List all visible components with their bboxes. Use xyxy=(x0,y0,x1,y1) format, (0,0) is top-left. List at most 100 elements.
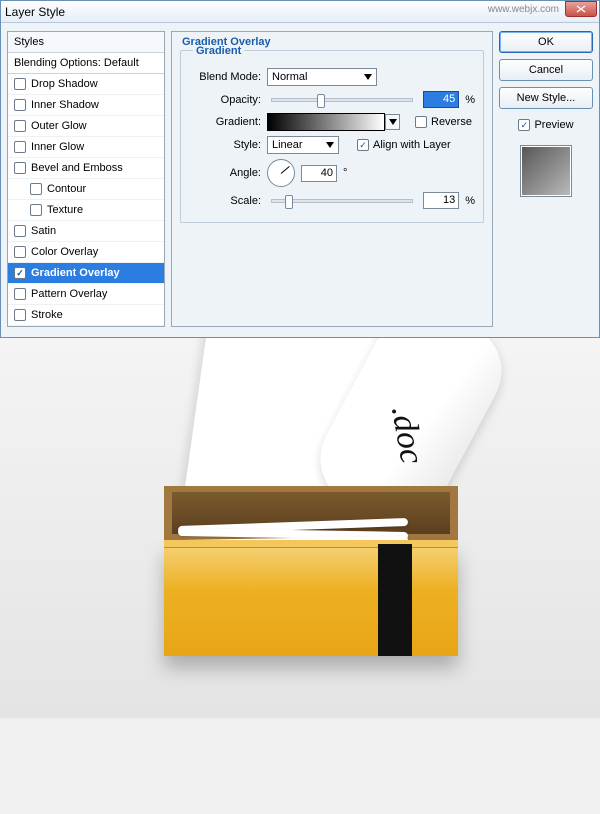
scale-value[interactable]: 13 xyxy=(423,192,459,209)
gradient-swatch[interactable] xyxy=(267,113,385,131)
angle-dial[interactable] xyxy=(267,159,295,187)
style-item-inner-shadow[interactable]: Inner Shadow xyxy=(8,95,164,116)
gradient-fieldset: Gradient Blend Mode: Normal Opacity: 45 … xyxy=(180,50,484,223)
style-select[interactable]: Linear xyxy=(267,136,339,154)
right-column: OK Cancel New Style... Preview xyxy=(499,31,593,327)
close-button[interactable] xyxy=(565,1,597,17)
style-item-drop-shadow[interactable]: Drop Shadow xyxy=(8,74,164,95)
opacity-slider-thumb[interactable] xyxy=(317,94,325,108)
align-checkbox[interactable]: Align with Layer xyxy=(357,139,451,151)
style-checkbox[interactable] xyxy=(14,78,26,90)
align-label: Align with Layer xyxy=(373,139,451,151)
style-item-label: Gradient Overlay xyxy=(31,267,120,279)
style-item-label: Satin xyxy=(31,225,56,237)
angle-unit: ° xyxy=(343,167,347,179)
angle-label: Angle: xyxy=(189,167,261,179)
titlebar[interactable]: Layer Style www.webjx.com xyxy=(1,1,599,23)
gradient-overlay-panel: Gradient Overlay Gradient Blend Mode: No… xyxy=(171,31,493,327)
new-style-label: New Style... xyxy=(517,92,576,104)
style-item-texture[interactable]: Texture xyxy=(8,200,164,221)
preview-label: Preview xyxy=(534,119,573,131)
style-item-label: Color Overlay xyxy=(31,246,98,258)
preview-checkbox[interactable]: Preview xyxy=(499,119,593,131)
style-value: Linear xyxy=(272,139,303,151)
style-checkbox[interactable] xyxy=(14,309,26,321)
style-item-label: Stroke xyxy=(31,309,63,321)
styles-panel: Styles Blending Options: Default Drop Sh… xyxy=(7,31,165,327)
style-item-label: Bevel and Emboss xyxy=(31,162,123,174)
opacity-row: Opacity: 45 % xyxy=(189,91,475,108)
style-checkbox[interactable] xyxy=(14,288,26,300)
style-item-bevel-and-emboss[interactable]: Bevel and Emboss xyxy=(8,158,164,179)
layer-style-dialog: Layer Style www.webjx.com Styles Blendin… xyxy=(0,0,600,338)
style-item-pattern-overlay[interactable]: Pattern Overlay xyxy=(8,284,164,305)
style-item-label: Inner Shadow xyxy=(31,99,99,111)
angle-row: Angle: 40 ° xyxy=(189,159,475,187)
style-checkbox[interactable] xyxy=(14,141,26,153)
reverse-label: Reverse xyxy=(431,116,472,128)
cancel-button[interactable]: Cancel xyxy=(499,59,593,81)
style-checkbox[interactable] xyxy=(14,225,26,237)
style-item-label: Inner Glow xyxy=(31,141,84,153)
gradient-row: Gradient: Reverse xyxy=(189,113,475,131)
box-stripe xyxy=(378,544,412,656)
style-item-contour[interactable]: Contour xyxy=(8,179,164,200)
style-row: Style: Linear Align with Layer xyxy=(189,136,475,154)
angle-value[interactable]: 40 xyxy=(301,165,337,182)
style-checkbox[interactable] xyxy=(14,267,26,279)
style-item-gradient-overlay[interactable]: Gradient Overlay xyxy=(8,263,164,284)
style-checkbox[interactable] xyxy=(14,99,26,111)
preview-check-icon xyxy=(518,119,530,131)
opacity-value[interactable]: 45 xyxy=(423,91,459,108)
watermark: www.webjx.com xyxy=(488,4,559,15)
ok-button[interactable]: OK xyxy=(499,31,593,53)
style-item-satin[interactable]: Satin xyxy=(8,221,164,242)
dialog-body: Styles Blending Options: Default Drop Sh… xyxy=(1,23,599,337)
align-check-icon xyxy=(357,139,369,151)
close-icon xyxy=(576,5,586,13)
scale-slider-thumb[interactable] xyxy=(285,195,293,209)
blend-mode-value: Normal xyxy=(272,71,307,83)
style-checkbox[interactable] xyxy=(14,120,26,132)
opacity-unit: % xyxy=(465,94,475,106)
ok-label: OK xyxy=(538,36,554,48)
blend-mode-label: Blend Mode: xyxy=(189,71,261,83)
blend-mode-row: Blend Mode: Normal xyxy=(189,68,475,86)
blending-options-item[interactable]: Blending Options: Default xyxy=(8,53,164,74)
style-item-inner-glow[interactable]: Inner Glow xyxy=(8,137,164,158)
cancel-label: Cancel xyxy=(529,64,563,76)
box-front xyxy=(164,544,458,656)
style-checkbox[interactable] xyxy=(30,183,42,195)
scale-unit: % xyxy=(465,195,475,207)
new-style-button[interactable]: New Style... xyxy=(499,87,593,109)
opacity-slider[interactable] xyxy=(271,98,413,102)
gradient-dropdown[interactable] xyxy=(385,114,400,130)
reverse-check-icon xyxy=(415,116,427,128)
style-checkbox[interactable] xyxy=(30,204,42,216)
scale-row: Scale: 13 % xyxy=(189,192,475,209)
style-item-stroke[interactable]: Stroke xyxy=(8,305,164,326)
style-item-label: Contour xyxy=(47,183,86,195)
style-checkbox[interactable] xyxy=(14,246,26,258)
style-item-outer-glow[interactable]: Outer Glow xyxy=(8,116,164,137)
scale-slider[interactable] xyxy=(271,199,413,203)
scale-label: Scale: xyxy=(189,195,261,207)
box-lip xyxy=(164,540,458,548)
box-illustration: .doc xyxy=(164,486,464,656)
style-item-label: Outer Glow xyxy=(31,120,87,132)
style-label: Style: xyxy=(189,139,261,151)
style-checkbox[interactable] xyxy=(14,162,26,174)
window-title: Layer Style xyxy=(5,5,65,19)
reverse-checkbox[interactable]: Reverse xyxy=(415,116,472,128)
style-item-label: Pattern Overlay xyxy=(31,288,107,300)
blend-mode-select[interactable]: Normal xyxy=(267,68,377,86)
style-item-color-overlay[interactable]: Color Overlay xyxy=(8,242,164,263)
style-item-label: Texture xyxy=(47,204,83,216)
preview-swatch xyxy=(520,145,572,197)
styles-header[interactable]: Styles xyxy=(8,32,164,53)
box-top xyxy=(164,486,458,544)
artwork-area: .doc xyxy=(0,338,600,718)
opacity-label: Opacity: xyxy=(189,94,261,106)
style-item-label: Drop Shadow xyxy=(31,78,98,90)
gradient-label: Gradient: xyxy=(189,116,261,128)
